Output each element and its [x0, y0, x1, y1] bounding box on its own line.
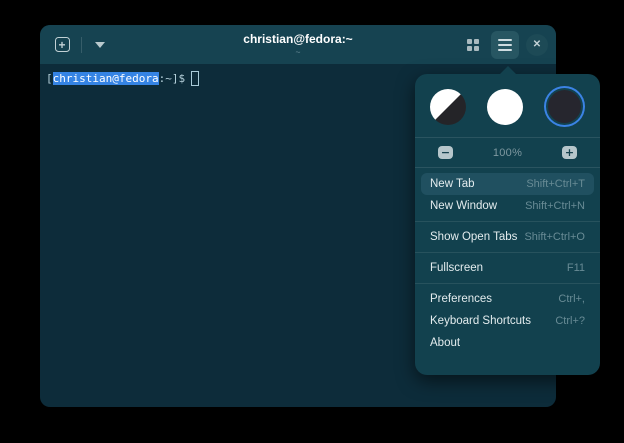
hamburger-menu-button[interactable] — [491, 31, 519, 59]
menu-item-fullscreen[interactable]: Fullscreen F11 — [421, 257, 594, 279]
hamburger-menu-popover: − 100% + New Tab Shift+Ctrl+T New Window… — [415, 74, 600, 375]
menu-item-keyboard-shortcuts[interactable]: Keyboard Shortcuts Ctrl+? — [421, 310, 594, 332]
minus-icon: − — [441, 147, 450, 158]
tab-overview-button[interactable] — [462, 34, 484, 56]
titlebar-left-controls: + — [50, 33, 111, 57]
titlebar-right-controls: ✕ — [462, 31, 548, 59]
menu-item-new-tab[interactable]: New Tab Shift+Ctrl+T — [421, 173, 594, 195]
window-title: christian@fedora:~ — [243, 33, 352, 46]
follow-system-style-button[interactable] — [430, 89, 466, 125]
window-subtitle: ~ — [296, 47, 301, 57]
style-switcher — [415, 74, 600, 137]
terminal-cursor — [191, 71, 199, 86]
grid-icon — [467, 39, 472, 44]
prompt-prefix: [ — [46, 72, 53, 85]
titlebar: + christian@fedora:~ ~ ✕ — [40, 25, 556, 64]
light-style-button[interactable] — [487, 89, 523, 125]
zoom-controls: − 100% + — [415, 138, 600, 167]
menu-item-new-window[interactable]: New Window Shift+Ctrl+N — [421, 195, 594, 217]
zoom-level: 100% — [493, 147, 522, 159]
zoom-out-button[interactable]: − — [438, 146, 453, 159]
dark-style-button-selected[interactable] — [548, 90, 581, 123]
prompt-selected-text: christian@fedora — [53, 72, 159, 85]
separator — [415, 252, 600, 253]
close-button[interactable]: ✕ — [526, 34, 548, 56]
close-icon: ✕ — [533, 39, 541, 50]
menu-item-show-open-tabs[interactable]: Show Open Tabs Shift+Ctrl+O — [421, 226, 594, 248]
menu-item-preferences[interactable]: Preferences Ctrl+, — [421, 288, 594, 310]
new-tab-button[interactable]: + — [50, 33, 74, 57]
hamburger-icon — [498, 39, 512, 41]
separator — [415, 221, 600, 222]
menu-item-about[interactable]: About — [421, 332, 594, 354]
separator — [415, 283, 600, 284]
menu-list: New Tab Shift+Ctrl+T New Window Shift+Ct… — [415, 168, 600, 362]
titlebar-divider — [81, 37, 82, 53]
prompt-suffix: :~]$ — [159, 72, 186, 85]
plus-icon: + — [565, 147, 574, 158]
new-tab-icon: + — [55, 37, 70, 52]
tab-list-chevron-button[interactable] — [95, 42, 105, 48]
zoom-in-button[interactable]: + — [562, 146, 577, 159]
popover-arrow — [500, 66, 516, 74]
